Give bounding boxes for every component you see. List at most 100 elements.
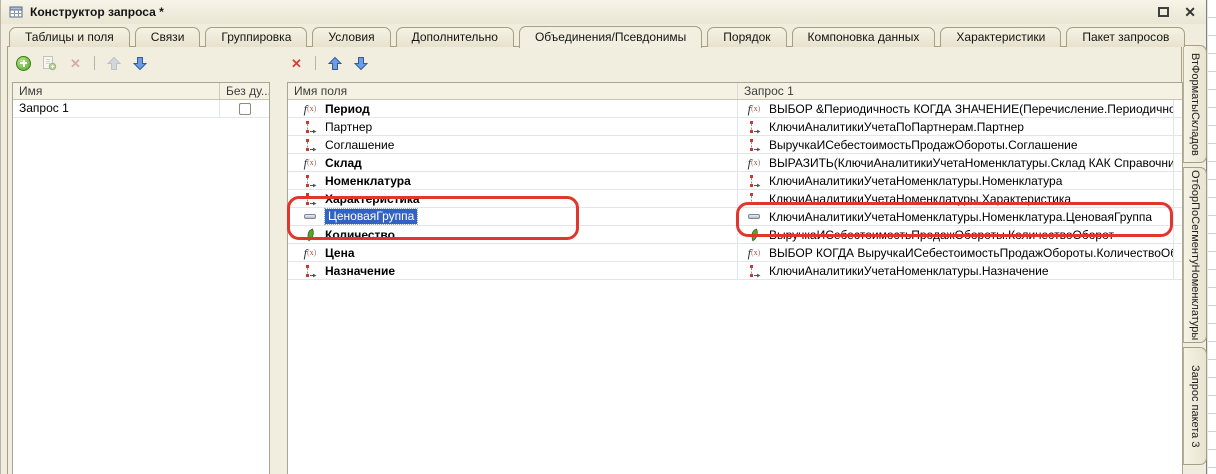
dimension-icon <box>301 192 319 206</box>
add-query-button[interactable] <box>15 55 32 72</box>
tab-tables-and-fields[interactable]: Таблицы и поля <box>9 27 130 47</box>
field-row-partner[interactable]: Партнер КлючиАналитикиУчетаПоПартнерам.П… <box>288 118 1182 136</box>
query-name-cell[interactable]: Запрос 1 <box>13 100 220 117</box>
queries-table: Имя Без ду... Запрос 1 <box>12 82 270 474</box>
tab-unions-aliases[interactable]: Объединения/Псевдонимы <box>519 26 702 48</box>
dimension-icon <box>301 174 319 188</box>
field-name-cell[interactable]: Назначение <box>288 262 738 279</box>
dimension-icon <box>745 264 763 278</box>
tab-query-batch[interactable]: Пакет запросов <box>1066 27 1185 47</box>
dimension-icon <box>745 138 763 152</box>
window-title: Конструктор запроса * <box>30 5 164 19</box>
field-name-cell[interactable]: ЦеноваяГруппа <box>288 208 738 225</box>
dimension-icon <box>745 120 763 134</box>
field-row-warehouse[interactable]: f(x) Склад f(x) ВЫРАЗИТЬ(КлючиАналитикиУ… <box>288 154 1182 172</box>
tab-characteristics[interactable]: Характеристики <box>940 27 1061 47</box>
move-query-down-button[interactable] <box>131 55 148 72</box>
field-name-cell[interactable]: f(x) Склад <box>288 154 738 171</box>
field-expression-cell[interactable]: КлючиАналитикиУчетаНоменклатуры.Назначен… <box>738 262 1174 279</box>
field-name-cell[interactable]: Характеристика <box>288 190 738 207</box>
field-expression-cell[interactable]: f(x) ВЫБОР &Периодичность КОГДА ЗНАЧЕНИЕ… <box>738 100 1174 117</box>
arrow-up-icon <box>327 56 343 71</box>
function-icon: f(x) <box>745 103 763 115</box>
function-icon: f(x) <box>745 157 763 169</box>
field-expression-cell[interactable]: КлючиАналитикиУчетаНоменклатуры.Номенкла… <box>738 172 1174 189</box>
field-name-cell[interactable]: Количество <box>288 226 738 243</box>
tab-data-composition[interactable]: Компоновка данных <box>792 27 936 47</box>
tab-bar: Таблицы и поля Связи Группировка Условия… <box>9 25 1185 47</box>
fields-table: Имя поля Запрос 1 f(x) Период f(x) ВЫБОР… <box>287 82 1183 474</box>
plus-circle-icon <box>16 56 31 71</box>
toolbar-separator <box>315 56 316 70</box>
query-row[interactable]: Запрос 1 <box>13 100 269 118</box>
close-button[interactable]: ✕ <box>1184 6 1196 18</box>
field-name-cell[interactable]: f(x) Цена <box>288 244 738 261</box>
field-expression-cell[interactable]: КлючиАналитикиУчетаПоПартнерам.Партнер <box>738 118 1174 135</box>
function-icon: f(x) <box>301 157 319 169</box>
maximize-button[interactable] <box>1158 7 1169 17</box>
arrow-down-icon <box>132 56 148 71</box>
field-row-characteristic[interactable]: Характеристика КлючиАналитикиУчетаНоменк… <box>288 190 1182 208</box>
move-field-up-button[interactable] <box>326 55 343 72</box>
field-row-price[interactable]: f(x) Цена f(x) ВЫБОР КОГДА ВыручкаИСебес… <box>288 244 1182 262</box>
field-name-cell[interactable]: Соглашение <box>288 136 738 153</box>
field-expression-cell[interactable]: f(x) ВЫРАЗИТЬ(КлючиАналитикиУчетаНоменкл… <box>738 154 1174 171</box>
fields-table-header: Имя поля Запрос 1 <box>288 83 1182 100</box>
toolbar-separator <box>94 56 95 70</box>
field-row-purpose[interactable]: Назначение КлючиАналитикиУчетаНоменклату… <box>288 262 1182 280</box>
side-tab-vt-formats-warehouses[interactable]: ВтФорматыСкладов <box>1183 45 1207 163</box>
side-tab-selection-by-segment[interactable]: ОтборПоСегментуНоменклатуры <box>1183 167 1207 343</box>
expression-dash-icon <box>301 214 319 219</box>
queries-toolbar: ✕ <box>15 53 148 73</box>
function-icon: f(x) <box>745 247 763 259</box>
field-name-cell[interactable]: f(x) Период <box>288 100 738 117</box>
dimension-icon <box>301 264 319 278</box>
field-row-period[interactable]: f(x) Период f(x) ВЫБОР &Периодичность КО… <box>288 100 1182 118</box>
selected-field-name[interactable]: ЦеноваяГруппа <box>325 209 417 224</box>
dimension-icon <box>745 192 763 206</box>
move-query-up-button[interactable] <box>105 55 122 72</box>
field-expression-cell[interactable]: КлючиАналитикиУчетаНоменклатуры.Характер… <box>738 190 1174 207</box>
move-field-down-button[interactable] <box>352 55 369 72</box>
query-builder-window: Конструктор запроса * ✕ Таблицы и поля С… <box>0 0 1207 474</box>
column-header-name: Имя <box>13 83 220 99</box>
field-row-nomenclature[interactable]: Номенклатура КлючиАналитикиУчетаНоменкла… <box>288 172 1182 190</box>
column-header-no-duplicates: Без ду... <box>220 83 269 99</box>
field-name-cell[interactable]: Партнер <box>288 118 738 135</box>
tab-conditions[interactable]: Условия <box>312 27 390 47</box>
unions-aliases-panel: ✕ ✕ <box>7 46 1182 474</box>
no-duplicates-checkbox[interactable] <box>239 103 251 115</box>
tab-links[interactable]: Связи <box>135 27 201 47</box>
resource-leaf-icon <box>301 228 319 242</box>
field-row-price-group[interactable]: ЦеноваяГруппа КлючиАналитикиУчетаНоменкл… <box>288 208 1182 226</box>
function-icon: f(x) <box>301 247 319 259</box>
query-builder-icon <box>9 5 23 19</box>
copy-page-icon <box>42 55 57 71</box>
title-bar: Конструктор запроса * ✕ <box>1 0 1206 24</box>
delete-field-button[interactable]: ✕ <box>288 55 305 72</box>
field-row-agreement[interactable]: Соглашение ВыручкаИСебестоимостьПродажОб… <box>288 136 1182 154</box>
background-table-grid <box>1207 0 1216 474</box>
field-row-quantity[interactable]: Количество ВыручкаИСебестоимостьПродажОб… <box>288 226 1182 244</box>
expression-dash-icon <box>745 214 763 219</box>
field-expression-cell[interactable]: f(x) ВЫБОР КОГДА ВыручкаИСебестоимостьПр… <box>738 244 1174 261</box>
field-expression-cell[interactable]: ВыручкаИСебестоимостьПродажОбороты.Колич… <box>738 226 1174 243</box>
column-header-query1: Запрос 1 <box>738 83 1182 99</box>
delete-query-button[interactable]: ✕ <box>67 55 84 72</box>
column-header-field-name: Имя поля <box>288 83 738 99</box>
field-expression-cell[interactable]: ВыручкаИСебестоимостьПродажОбороты.Согла… <box>738 136 1174 153</box>
tab-order[interactable]: Порядок <box>707 27 786 47</box>
queries-table-header: Имя Без ду... <box>13 83 269 100</box>
fields-toolbar: ✕ <box>288 53 369 73</box>
dimension-icon <box>301 120 319 134</box>
side-tab-query-batch-3[interactable]: Запрос пакета 3 <box>1183 347 1207 465</box>
field-name-cell[interactable]: Номенклатура <box>288 172 738 189</box>
function-icon: f(x) <box>301 103 319 115</box>
tab-additional[interactable]: Дополнительно <box>396 27 514 47</box>
tab-grouping[interactable]: Группировка <box>205 27 307 47</box>
arrow-down-icon <box>353 56 369 71</box>
dimension-icon <box>301 138 319 152</box>
field-expression-cell[interactable]: КлючиАналитикиУчетаНоменклатуры.Номенкла… <box>738 208 1174 225</box>
side-tab-strip: ВтФорматыСкладов ОтборПоСегментуНоменкла… <box>1183 45 1207 465</box>
copy-query-button[interactable] <box>41 55 58 72</box>
